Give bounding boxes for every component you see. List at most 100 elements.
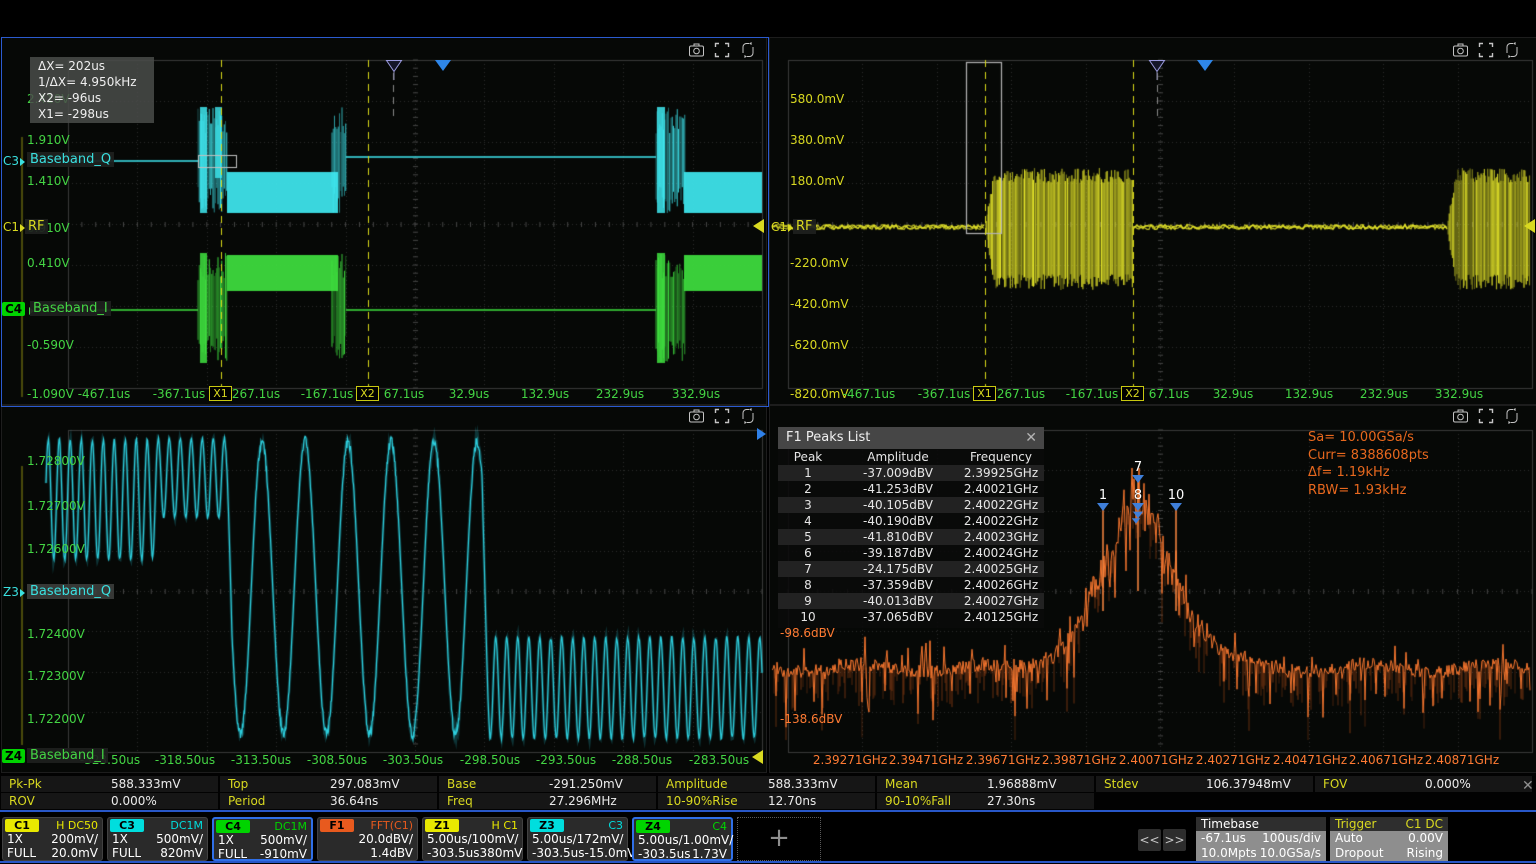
trigger-position-marker[interactable]	[435, 60, 451, 71]
bl-trace-label-baseband-q: Baseband_Q	[27, 584, 114, 599]
channel-row: -303.5us-15.0mV	[528, 846, 627, 860]
peaks-list-row: 2-41.253dBV2.40021GHz	[778, 481, 1044, 497]
measurement-value: 1.96888mV	[987, 777, 1057, 791]
trigger-level-arrow[interactable]	[1524, 219, 1535, 233]
cursor-x2-badge[interactable]: X2	[356, 386, 379, 401]
close-icon[interactable]: ✕	[1025, 427, 1037, 449]
measurement-label: ROV	[9, 794, 35, 808]
flip-page-icon[interactable]	[740, 42, 757, 59]
channel-attenuation: 1X	[7, 832, 23, 846]
flip-page-icon[interactable]	[1504, 408, 1521, 425]
c4-badge[interactable]: C4	[2, 302, 25, 316]
peak-frequency: 2.40027GHz	[958, 593, 1044, 609]
tr-x-tick-label: 332.9us	[1435, 387, 1483, 401]
zoom-position-arrow[interactable]	[752, 750, 763, 764]
tl-x-tick-label: 332.9us	[672, 387, 720, 401]
fullscreen-icon[interactable]	[1478, 408, 1495, 425]
add-trace-button[interactable]: +	[737, 817, 821, 861]
br-x-tick-label: 2.40071GHz	[1119, 753, 1193, 767]
panel-toolbar	[1452, 42, 1521, 59]
tr-c1-marker[interactable]: C1	[771, 220, 793, 234]
measurement-close-icon[interactable]: ✕	[1522, 778, 1534, 794]
trigger-delay-marker[interactable]	[1148, 59, 1166, 85]
peaks-list-row: 6-39.187dBV2.40024GHz	[778, 545, 1044, 561]
measurement-item[interactable]: Amplitude588.333mV	[658, 776, 875, 792]
channel-attenuation: 5.00us/	[532, 832, 577, 846]
measurement-item[interactable]: Top297.083mV	[220, 776, 437, 792]
z3-marker[interactable]: Z3	[3, 585, 25, 599]
measurement-label: Mean	[885, 777, 918, 791]
camera-icon[interactable]	[1452, 42, 1469, 59]
nav-next-button[interactable]: >>	[1163, 829, 1186, 851]
peak-index: 5	[778, 529, 838, 545]
bl-y-tick-label: 1.72400V	[27, 627, 85, 641]
flip-page-icon[interactable]	[1504, 42, 1521, 59]
measurement-value: 12.70ns	[768, 794, 816, 808]
f1-position-indicator[interactable]	[757, 428, 766, 440]
bl-x-tick-label: -293.50us	[536, 753, 596, 767]
channel-row: 20.0dBV/	[318, 832, 417, 846]
measurement-item[interactable]: Pk-Pk588.333mV	[1, 776, 218, 792]
camera-icon[interactable]	[688, 408, 705, 425]
peaks-list-window[interactable]: F1 Peaks List ✕ Peak Amplitude Frequency…	[778, 427, 1044, 628]
measurement-item[interactable]: ROV 0.000%	[1, 793, 218, 809]
z4-badge[interactable]: Z4	[2, 749, 25, 763]
cursor-x2-badge[interactable]: X2	[1121, 386, 1144, 401]
measurement-item[interactable]: FOV0.000%	[1315, 776, 1532, 792]
cursor-x1-badge[interactable]: X1	[973, 386, 996, 401]
trigger-delay-marker[interactable]	[385, 59, 403, 85]
fullscreen-icon[interactable]	[1478, 42, 1495, 59]
channel-descriptor-z3[interactable]: Z3C35.00us/172mV/-303.5us-15.0mV	[527, 817, 628, 861]
peak-amplitude: -24.175dBV	[838, 561, 958, 577]
fullscreen-icon[interactable]	[714, 408, 731, 425]
measurement-item[interactable]: 10-90%Rise12.70ns	[658, 793, 875, 809]
channel-descriptor-c1[interactable]: C1H DC501X200mV/FULL20.0mV	[2, 817, 103, 861]
camera-icon[interactable]	[1452, 408, 1469, 425]
flip-page-icon[interactable]	[740, 408, 757, 425]
bl-x-tick-label: -298.50us	[460, 753, 520, 767]
peaks-list-row: 10-37.065dBV2.40125GHz	[778, 609, 1044, 625]
trigger-panel[interactable]: TriggerC1 DC Auto0.00V DropoutRising	[1330, 817, 1448, 861]
channel-row: 5.00us/1.00mV/	[634, 833, 731, 847]
timebase-samplerate: 10.0GSa/s	[1260, 846, 1321, 861]
measurement-value: -291.250mV	[549, 777, 623, 791]
measurement-value: 588.333mV	[768, 777, 838, 791]
cursor-x1-badge[interactable]: X1	[209, 386, 232, 401]
c1-marker[interactable]: C1	[3, 220, 25, 234]
peak-frequency: 2.40026GHz	[958, 577, 1044, 593]
measurement-item[interactable]: Stdev106.37948mV	[1096, 776, 1313, 792]
peaks-list-titlebar[interactable]: F1 Peaks List ✕	[778, 427, 1044, 449]
nav-prev-button[interactable]: <<	[1138, 829, 1161, 851]
fullscreen-icon[interactable]	[714, 42, 731, 59]
camera-icon[interactable]	[688, 42, 705, 59]
channel-descriptor-z1[interactable]: Z1H C15.00us/100mV/-303.5us380mV	[422, 817, 523, 861]
channel-descriptor-c4[interactable]: C4DC1M1X500mV/FULL-910mV	[212, 817, 313, 861]
timebase-delay: -67.1us	[1201, 831, 1246, 846]
channel-header: C1H DC50	[3, 818, 102, 832]
channel-descriptor-c3[interactable]: C3DC1M1X500mV/FULL820mV	[107, 817, 208, 861]
timebase-panel[interactable]: Timebase -67.1us100us/div 10.0Mpts10.0GS…	[1196, 817, 1326, 861]
channel-descriptor-z4[interactable]: Z4C45.00us/1.00mV/-303.5us1.73V	[632, 817, 733, 861]
channel-badge: F1	[320, 819, 354, 832]
measurement-item[interactable]: Period36.64ns	[220, 793, 437, 809]
c3-marker[interactable]: C3	[3, 154, 25, 168]
measurement-item[interactable]: Base-291.250mV	[439, 776, 656, 792]
tr-x-tick-label: -167.1us	[1066, 387, 1119, 401]
peak-amplitude: -40.105dBV	[838, 497, 958, 513]
tl-x-tick-label: 67.1us	[384, 387, 425, 401]
channel-descriptor-f1[interactable]: F1FFT(C1)20.0dBV/1.4dBV	[317, 817, 418, 861]
cursor-info-line: X2= -96us	[30, 90, 154, 106]
measurement-item[interactable]: 90-10%Fall27.30ns	[877, 793, 1094, 809]
peaks-list-row: 8-37.359dBV2.40026GHz	[778, 577, 1044, 593]
channel-bandwidth: -303.5us	[427, 846, 480, 860]
measurement-value: 0.000%	[111, 794, 157, 808]
trigger-level-arrow[interactable]	[753, 219, 764, 233]
measurement-item[interactable]: Mean 1.96888mV	[877, 776, 1094, 792]
measurement-value: 27.296MHz	[549, 794, 617, 808]
peak-frequency: 2.40025GHz	[958, 561, 1044, 577]
measurement-item[interactable]: Freq27.296MHz	[439, 793, 656, 809]
bl-x-tick-label: -283.50us	[689, 753, 749, 767]
trigger-position-marker[interactable]	[1197, 60, 1213, 71]
bl-x-tick-label: -313.50us	[231, 753, 291, 767]
tl-x-tick-label: 232.9us	[596, 387, 644, 401]
